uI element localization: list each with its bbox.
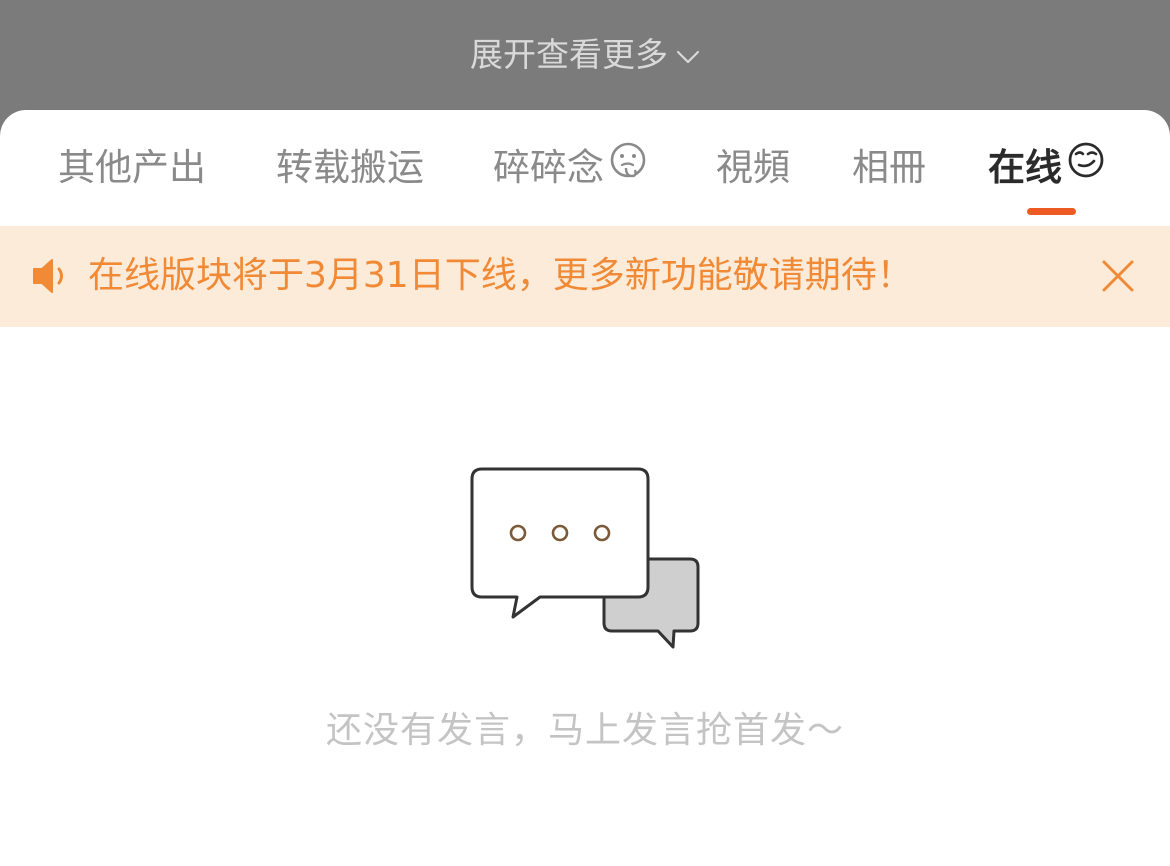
tab-online[interactable]: 在线 — [988, 142, 1106, 194]
tab-label: 在线 — [988, 146, 1062, 189]
smirk-face-icon — [1066, 140, 1106, 194]
notice-text: 在线版块将于3月31日下线，更多新功能敬请期待！ — [88, 255, 913, 296]
tab-label: 转载搬运 — [276, 146, 424, 189]
tab-murmurs[interactable]: 碎碎念 — [493, 142, 648, 194]
dimmed-background: 展开查看更多 — [0, 0, 1170, 112]
close-icon[interactable] — [1098, 256, 1138, 296]
tab-label: 碎碎念 — [493, 146, 604, 189]
active-tab-indicator — [1027, 208, 1076, 215]
expand-more-label: 展开查看更多 — [470, 35, 668, 74]
tab-repost[interactable]: 转载搬运 — [276, 142, 424, 194]
bottom-sheet: 其他产出 转载搬运 碎碎念 視頻 相冊 在线 在线版块将于3月31日下线，更多新… — [0, 110, 1170, 866]
expand-more-button[interactable]: 展开查看更多 — [0, 30, 1170, 80]
tab-albums[interactable]: 相冊 — [852, 142, 926, 194]
speaker-icon — [30, 256, 74, 300]
tab-label: 其他产出 — [58, 146, 206, 189]
chat-bubbles-icon — [468, 467, 704, 655]
empty-state-message: 还没有发言，马上发言抢首发～ — [325, 710, 844, 751]
tab-videos[interactable]: 視頻 — [716, 142, 790, 194]
tab-bar: 其他产出 转载搬运 碎碎念 視頻 相冊 在线 — [0, 110, 1170, 225]
chevron-down-icon — [676, 29, 700, 79]
tab-label: 相冊 — [852, 146, 926, 189]
thinking-face-icon — [608, 140, 648, 194]
tab-other-output[interactable]: 其他产出 — [58, 142, 206, 194]
notice-banner: 在线版块将于3月31日下线，更多新功能敬请期待！ — [0, 226, 1170, 327]
tab-label: 視頻 — [716, 146, 790, 189]
